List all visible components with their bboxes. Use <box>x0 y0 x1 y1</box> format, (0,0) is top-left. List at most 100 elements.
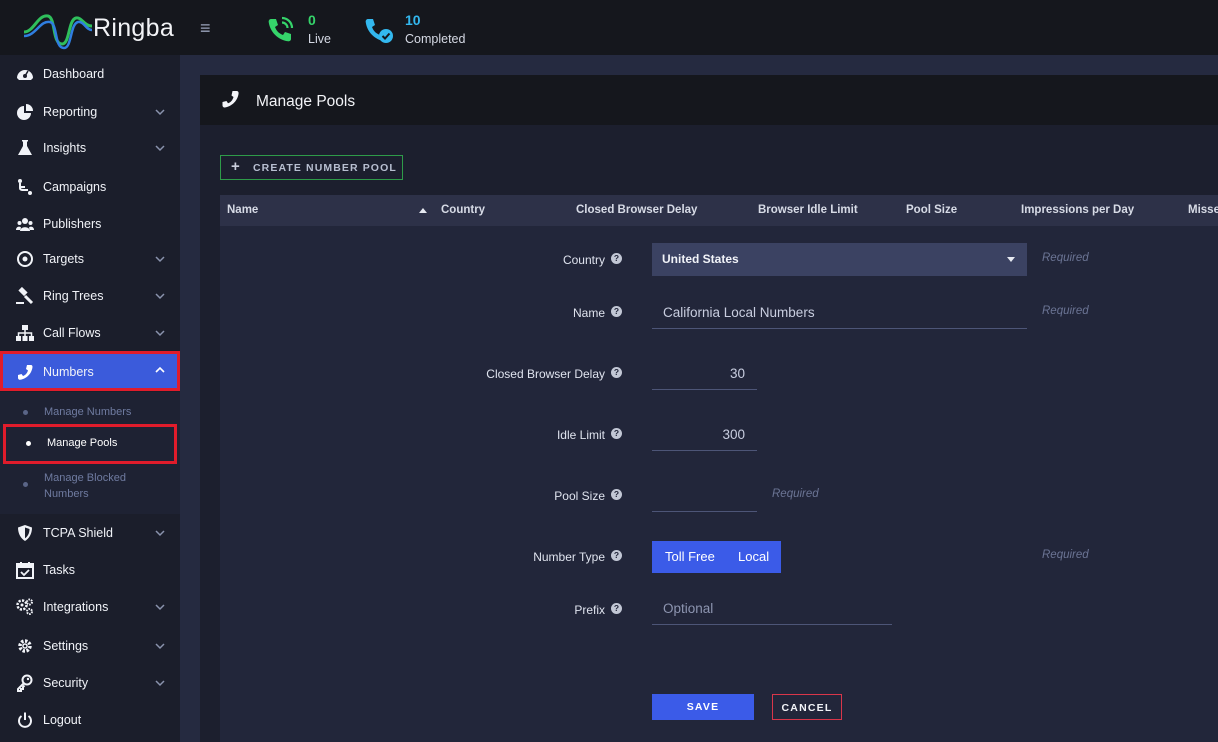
sidebar-item-logout[interactable]: Logout <box>0 702 180 738</box>
sub-item-label: Manage Blocked Numbers <box>44 472 126 500</box>
sidebar-item-call-flows[interactable]: Call Flows <box>0 315 180 351</box>
chevron-up-icon <box>155 366 165 373</box>
plus-icon: + <box>231 158 240 175</box>
cancel-button[interactable]: CANCEL <box>772 694 842 720</box>
sub-item-manage-numbers[interactable]: Manage Numbers <box>0 402 180 422</box>
idle-limit-label: Idle Limit <box>556 428 605 442</box>
phone-icon <box>222 91 239 108</box>
completed-calls-stat[interactable]: 10 Completed <box>362 10 482 50</box>
country-label: Country <box>562 253 605 267</box>
sidebar-item-dashboard[interactable]: Dashboard <box>0 56 180 92</box>
page-header: Manage Pools <box>200 75 1218 125</box>
column-header-impressions-per-day[interactable]: Impressions per Day <box>1021 204 1134 216</box>
help-icon[interactable]: ? <box>611 367 622 378</box>
app-name: Ringba <box>93 14 175 42</box>
sidebar-item-label: Ring Trees <box>43 289 104 303</box>
sidebar: Dashboard Reporting Insights Campaigns P… <box>0 55 180 742</box>
table-header: Name Country Closed Browser Delay Browse… <box>220 195 1218 226</box>
phone-ringing-icon <box>268 16 294 42</box>
name-label: Name <box>572 306 605 320</box>
chevron-down-icon <box>155 293 165 300</box>
number-type-toggle: Toll Free Local <box>652 541 781 573</box>
sidebar-item-label: Campaigns <box>43 180 107 194</box>
bullet-icon <box>26 441 31 446</box>
create-button-label: CREATE NUMBER POOL <box>253 162 397 174</box>
ringba-logo[interactable]: Ringba <box>22 6 182 50</box>
help-icon[interactable]: ? <box>611 306 622 317</box>
chevron-down-icon <box>155 643 165 650</box>
sidebar-item-label: Targets <box>43 252 84 266</box>
target-icon <box>17 251 33 267</box>
chevron-down-icon <box>155 604 165 611</box>
sidebar-item-targets[interactable]: Targets <box>0 241 180 277</box>
sidebar-item-label: Insights <box>43 141 87 155</box>
sidebar-item-label: Numbers <box>43 365 94 379</box>
sub-item-label: Manage Numbers <box>44 406 132 418</box>
sidebar-item-tcpa-shield[interactable]: TCPA Shield <box>0 515 180 551</box>
column-header-pool-size[interactable]: Pool Size <box>906 204 957 216</box>
prefix-input[interactable] <box>652 592 892 625</box>
page-title: Manage Pools <box>256 93 356 110</box>
sidebar-item-label: TCPA Shield <box>43 526 113 540</box>
chevron-down-icon <box>155 330 165 337</box>
help-icon[interactable]: ? <box>611 603 622 614</box>
sidebar-item-tasks[interactable]: Tasks <box>0 552 180 588</box>
save-button[interactable]: SAVE <box>652 694 754 720</box>
key-icon <box>17 674 33 692</box>
bullet-icon <box>23 410 28 415</box>
flask-icon <box>18 140 32 155</box>
sidebar-item-label: Security <box>43 676 89 690</box>
column-header-browser-idle-limit[interactable]: Browser Idle Limit <box>758 204 858 216</box>
cogs-icon <box>16 598 33 615</box>
sidebar-item-security[interactable]: Security <box>0 665 180 701</box>
main-content: Manage Pools + CREATE NUMBER POOL Name C… <box>200 75 1218 742</box>
menu-toggle-icon[interactable]: ≡ <box>200 18 216 38</box>
help-icon[interactable]: ? <box>611 550 622 561</box>
sidebar-item-campaigns[interactable]: Campaigns <box>0 169 180 205</box>
sitemap-icon <box>16 325 34 341</box>
live-calls-stat[interactable]: 0 Live <box>264 10 344 50</box>
gavel-icon <box>16 287 34 305</box>
name-input[interactable] <box>652 296 1027 329</box>
chevron-down-icon <box>155 145 165 152</box>
column-header-closed-browser-delay[interactable]: Closed Browser Delay <box>576 204 697 216</box>
save-label: SAVE <box>686 701 720 713</box>
help-icon[interactable]: ? <box>611 253 622 264</box>
sub-item-manage-blocked-numbers[interactable]: Manage Blocked Numbers <box>0 468 180 502</box>
name-required-hint: Required <box>1042 305 1089 317</box>
closed-browser-delay-input[interactable] <box>652 357 757 390</box>
create-number-pool-button[interactable]: + CREATE NUMBER POOL <box>220 155 403 180</box>
sidebar-item-numbers[interactable]: Numbers <box>0 351 180 391</box>
power-icon <box>18 712 32 728</box>
caret-down-icon <box>1007 257 1015 262</box>
pool-size-input[interactable] <box>652 479 757 512</box>
sort-ascending-icon[interactable] <box>419 208 427 213</box>
live-count: 0 <box>308 12 316 28</box>
chevron-down-icon <box>155 680 165 687</box>
sidebar-item-insights[interactable]: Insights <box>0 130 180 166</box>
numbers-submenu: Manage Numbers Manage Pools Manage Block… <box>0 392 180 514</box>
sidebar-item-settings[interactable]: Settings <box>0 628 180 664</box>
sidebar-item-reporting[interactable]: Reporting <box>0 94 180 130</box>
column-header-country[interactable]: Country <box>441 204 485 216</box>
sidebar-item-label: Logout <box>43 713 82 727</box>
sub-item-manage-pools[interactable]: Manage Pools <box>3 424 177 464</box>
sub-item-label: Manage Pools <box>47 437 118 449</box>
country-select[interactable]: United States <box>652 243 1027 276</box>
idle-limit-input[interactable] <box>652 418 757 451</box>
users-icon <box>16 218 34 231</box>
campaign-icon <box>18 179 32 195</box>
pool-form: Country ? United States Required Name ? … <box>220 226 1218 742</box>
ringba-wave-icon <box>23 14 93 50</box>
help-icon[interactable]: ? <box>611 489 622 500</box>
toll-free-option[interactable]: Toll Free <box>665 549 715 564</box>
help-icon[interactable]: ? <box>611 428 622 439</box>
sidebar-item-ring-trees[interactable]: Ring Trees <box>0 278 180 314</box>
local-option[interactable]: Local <box>738 549 769 564</box>
pool-size-label: Pool Size <box>554 489 605 503</box>
sidebar-item-integrations[interactable]: Integrations <box>0 589 180 625</box>
completed-count: 10 <box>405 12 421 28</box>
sidebar-item-publishers[interactable]: Publishers <box>0 206 180 242</box>
column-header-missed[interactable]: Misse <box>1188 204 1218 216</box>
column-header-name[interactable]: Name <box>227 204 258 216</box>
